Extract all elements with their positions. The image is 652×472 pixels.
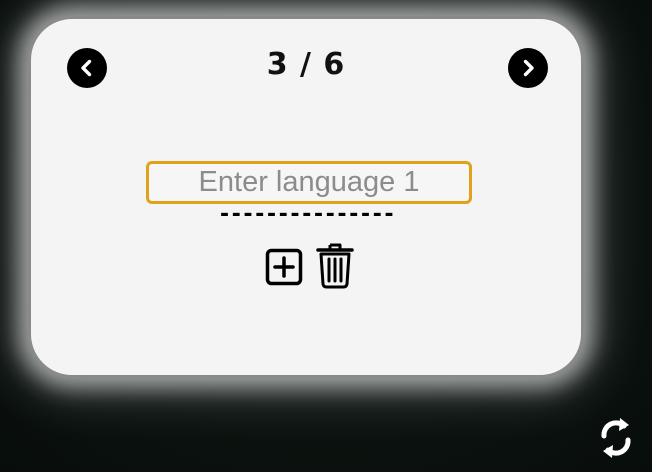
separator-line: ---------------	[217, 202, 396, 227]
language-input[interactable]	[146, 161, 472, 204]
plus-square-icon	[265, 248, 303, 286]
next-button[interactable]	[508, 48, 548, 88]
refresh-button[interactable]	[594, 412, 638, 464]
chevron-right-icon	[523, 59, 534, 77]
app-stage: 3 / 6 ---------------	[0, 0, 652, 472]
add-button[interactable]	[264, 245, 304, 289]
page-counter: 3 / 6	[266, 47, 346, 82]
refresh-icon	[601, 418, 631, 458]
trash-icon	[316, 243, 354, 289]
delete-button[interactable]	[315, 241, 355, 291]
language-card: 3 / 6 ---------------	[28, 16, 584, 378]
